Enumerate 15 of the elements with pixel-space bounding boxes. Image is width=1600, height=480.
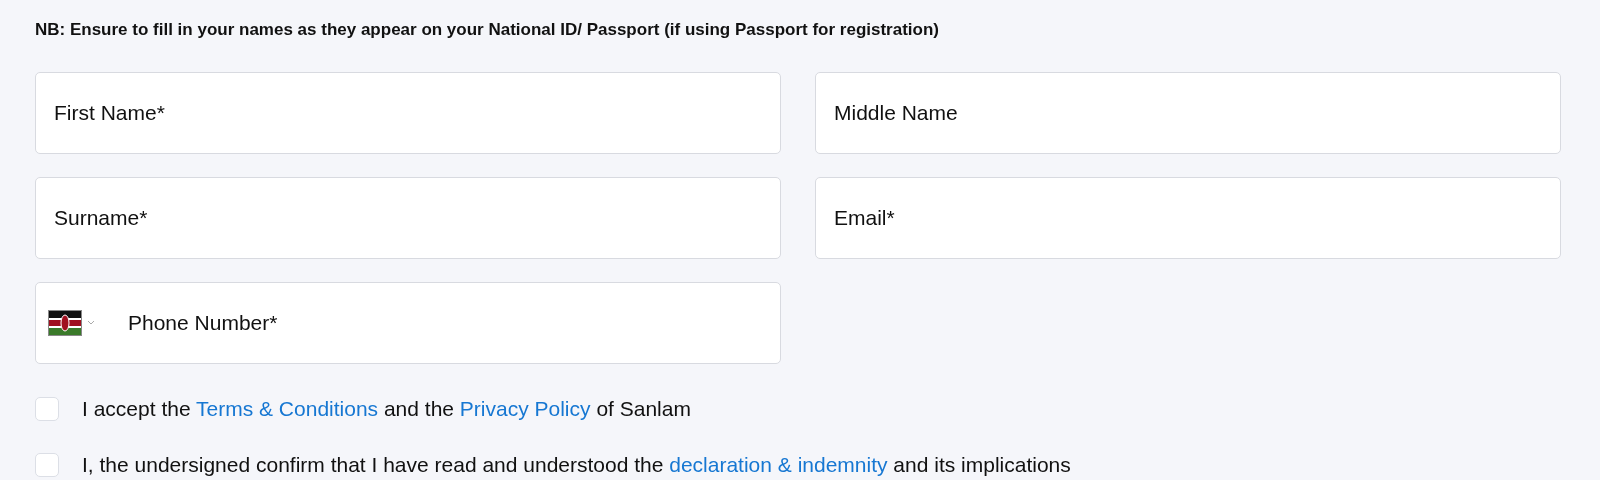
flag-icon[interactable] [48, 310, 96, 336]
input-field[interactable]: Email* [815, 177, 1561, 259]
link[interactable]: Terms & Conditions [196, 397, 379, 420]
consent-text: I accept the Terms & Conditions and the Privacy Policy of Sanlam [82, 397, 691, 421]
instruction-note: NB: Ensure to fill in your names as they appear on your National ID/ Passport (if using Passport for registration) [35, 20, 940, 41]
checkbox[interactable] [35, 397, 59, 421]
phone-field[interactable]: Phone Number* [35, 282, 781, 364]
link[interactable]: Privacy Policy [459, 397, 591, 420]
consent-text: I, the undersigned confirm that I have read and understood the declaration & indemnity and its implications [82, 453, 1071, 477]
phone-number-input[interactable]: Phone Number* [128, 293, 780, 353]
input-field[interactable]: Surname* [35, 177, 781, 259]
input-field[interactable]: First Name* [35, 72, 781, 154]
link[interactable]: declaration & indemnity [669, 453, 888, 476]
input-field[interactable]: Middle Name [815, 72, 1561, 154]
checkbox[interactable] [35, 453, 59, 477]
